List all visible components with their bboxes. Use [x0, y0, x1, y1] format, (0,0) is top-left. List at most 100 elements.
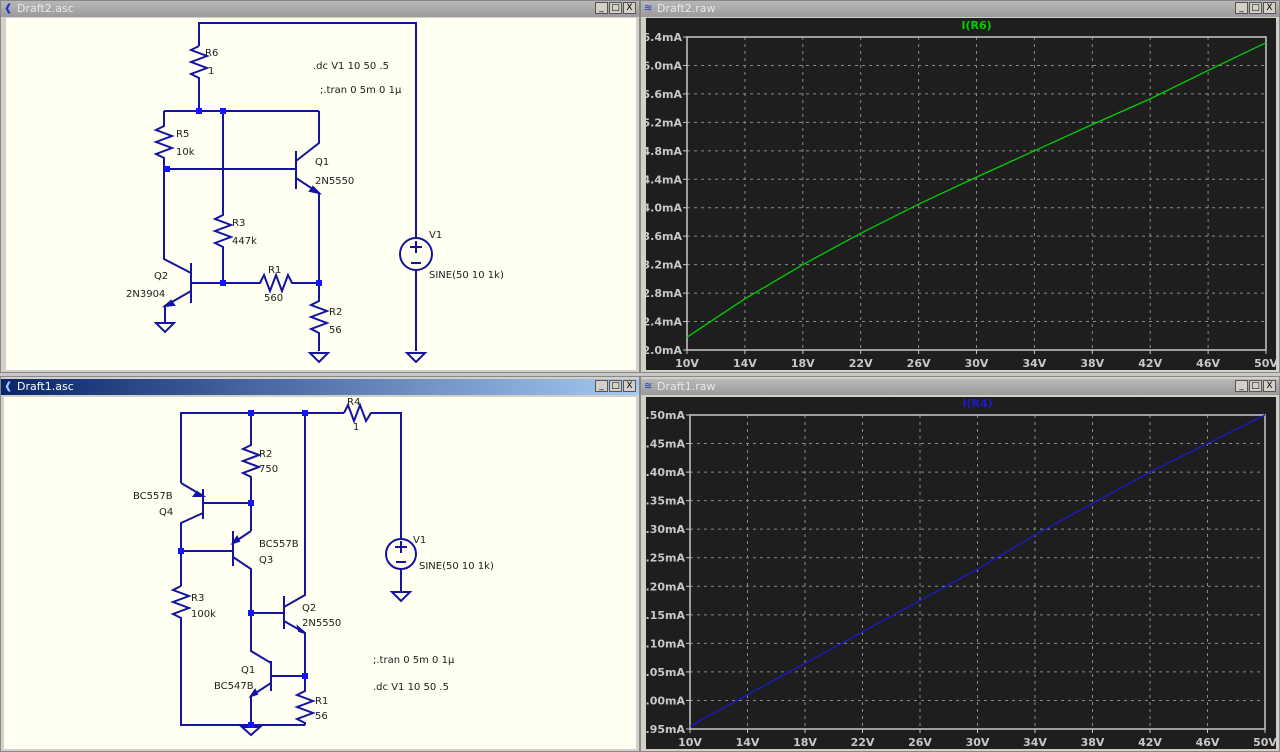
y-tick-label: 12.20mA — [646, 580, 685, 593]
r2-value: 56 — [329, 325, 342, 336]
schematic-drawing: R6 1 R5 10k Q1 2N5550 R3 447k R1 560 Q2 … — [126, 22, 504, 364]
x-tick-label: 30V — [965, 357, 989, 370]
schematic-window-draft1[interactable]: ❰ Draft1.asc _ □ X R4 1 R2 750 BC557B Q4… — [0, 376, 640, 752]
minimize-button[interactable]: _ — [1235, 380, 1248, 392]
maximize-button[interactable]: □ — [609, 380, 622, 392]
window-title: Draft2.raw — [657, 2, 716, 15]
minimize-button[interactable]: _ — [1235, 2, 1248, 14]
r4-value: 1 — [353, 422, 359, 433]
y-tick-label: 14.4mA — [646, 173, 682, 186]
x-tick-label: 50V — [1254, 357, 1278, 370]
title-bar[interactable]: ❰ Draft2.asc _ □ X — [1, 1, 639, 17]
ground-symbol — [153, 322, 177, 334]
resistor-r5 — [153, 111, 175, 169]
y-tick-label: 14.0mA — [646, 202, 682, 215]
minimize-button[interactable]: _ — [595, 380, 608, 392]
title-bar[interactable]: ❰ Draft1.asc _ □ X — [1, 379, 639, 395]
y-tick-label: 12.50mA — [646, 409, 685, 422]
plot-pane[interactable]: 10V 14V 18V 22V 26V 30V 34V 38V 42V 46V 50V 11.95mA… — [646, 397, 1278, 751]
v1-label: V1 — [413, 535, 426, 546]
wires — [153, 22, 433, 364]
schematic-drawing: R4 1 R2 750 BC557B Q4 BC557B Q3 V1 SINE(… — [133, 397, 494, 737]
q1-label: Q1 — [241, 665, 255, 676]
r3-label: R3 — [191, 593, 204, 604]
title-bar[interactable]: ≋ Draft1.raw _ □ X — [641, 379, 1279, 395]
spice-directive[interactable]: .dc V1 10 50 .5 — [373, 682, 449, 693]
ground-symbol — [239, 726, 263, 737]
close-button[interactable]: X — [1263, 2, 1276, 14]
trace-title[interactable]: I(R6) — [961, 19, 991, 32]
spice-directive[interactable]: ;.tran 0 5m 0 1µ — [373, 655, 455, 666]
maximize-button[interactable]: □ — [609, 2, 622, 14]
resistor-r3 — [212, 111, 234, 283]
q2-model: 2N3904 — [126, 289, 165, 300]
waveform-window-draft1[interactable]: ≋ Draft1.raw _ □ X 10V 14V 18V 22V 26V 30V 34V… — [640, 376, 1280, 752]
spice-directive[interactable]: ;.tran 0 5m 0 1µ — [320, 85, 402, 96]
close-button[interactable]: X — [623, 380, 636, 392]
waveform-icon: ≋ — [644, 381, 653, 392]
schematic-window-draft2[interactable]: ❰ Draft2.asc _ □ X R6 1 R5 10k Q1 2N5550… — [0, 0, 640, 373]
r2-label: R2 — [329, 307, 342, 318]
q4-label: Q4 — [159, 507, 173, 518]
y-tick-label: 13.2mA — [646, 259, 682, 272]
spice-directive[interactable]: .dc V1 10 50 .5 — [313, 61, 389, 72]
r1-label: R1 — [315, 696, 328, 707]
y-tick-label: 12.25mA — [646, 552, 685, 565]
plot-pane[interactable]: 10V 14V 18V 22V 26V 30V 34V 38V 42V 46V 50V 12.0mA 1… — [646, 18, 1278, 372]
maximize-button[interactable]: □ — [1249, 2, 1262, 14]
r3-value: 100k — [191, 609, 216, 620]
title-bar[interactable]: ≋ Draft2.raw _ □ X — [641, 1, 1279, 17]
close-button[interactable]: X — [623, 2, 636, 14]
plot-i-r6[interactable]: 10V 14V 18V 22V 26V 30V 34V 38V 42V 46V 50V 12.0mA 1… — [646, 18, 1278, 372]
minimize-button[interactable]: _ — [595, 2, 608, 14]
x-tick-label: 22V — [849, 357, 873, 370]
x-tick-label: 10V — [678, 736, 702, 749]
y-tick-label: 12.15mA — [646, 609, 685, 622]
ltspice-schematic-icon: ❰ — [4, 3, 13, 14]
q1-model: BC547B — [214, 681, 254, 692]
x-tick-label: 42V — [1138, 357, 1162, 370]
plot-i-r4[interactable]: 10V 14V 18V 22V 26V 30V 34V 38V 42V 46V 50V 11.95mA… — [646, 397, 1278, 751]
x-tick-label: 38V — [1080, 357, 1104, 370]
r3-label: R3 — [232, 218, 245, 229]
x-tick-label: 14V — [733, 357, 757, 370]
x-tick-label: 50V — [1253, 736, 1277, 749]
x-tick-label: 46V — [1196, 736, 1220, 749]
ground-symbol — [307, 352, 331, 364]
q3-label: Q3 — [259, 555, 273, 566]
x-tick-label: 10V — [675, 357, 699, 370]
q1-model: 2N5550 — [315, 176, 354, 187]
y-tick-label: 12.05mA — [646, 666, 685, 679]
q3-model: BC557B — [259, 539, 299, 550]
x-tick-label: 34V — [1022, 357, 1046, 370]
ground-symbol — [389, 591, 413, 603]
y-tick-label: 12.00mA — [646, 694, 685, 707]
x-tick-label: 34V — [1023, 736, 1047, 749]
x-tick-label: 42V — [1138, 736, 1162, 749]
y-tick-label: 15.2mA — [646, 116, 682, 129]
y-tick-label: 12.0mA — [646, 344, 682, 357]
schematic-canvas[interactable]: R6 1 R5 10k Q1 2N5550 R3 447k R1 560 Q2 … — [6, 18, 636, 370]
r6-label: R6 — [205, 48, 218, 59]
resistor-r1 — [294, 676, 316, 725]
x-tick-label: 26V — [908, 736, 932, 749]
y-tick-label: 12.30mA — [646, 523, 685, 536]
r1-value: 560 — [264, 293, 283, 304]
x-tick-label: 38V — [1081, 736, 1105, 749]
q4-model: BC557B — [133, 491, 173, 502]
window-title: Draft2.asc — [17, 2, 74, 15]
waveform-window-draft2[interactable]: ≋ Draft2.raw _ □ X 10V 14V 18V 22V 26V 30V 34V… — [640, 0, 1280, 373]
close-button[interactable]: X — [1263, 380, 1276, 392]
x-tick-label: 14V — [736, 736, 760, 749]
maximize-button[interactable]: □ — [1249, 380, 1262, 392]
r1-label: R1 — [268, 265, 281, 276]
y-tick-label: 12.45mA — [646, 438, 685, 451]
schematic-canvas[interactable]: R4 1 R2 750 BC557B Q4 BC557B Q3 V1 SINE(… — [4, 397, 636, 749]
r2-value: 750 — [259, 464, 278, 475]
v1-value: SINE(50 10 1k) — [429, 270, 504, 281]
resistor-r2 — [240, 413, 262, 531]
x-tick-label: 22V — [851, 736, 875, 749]
resistor-r1 — [191, 272, 319, 294]
trace-title[interactable]: I(R4) — [962, 397, 992, 410]
y-tick-label: 13.6mA — [646, 230, 682, 243]
